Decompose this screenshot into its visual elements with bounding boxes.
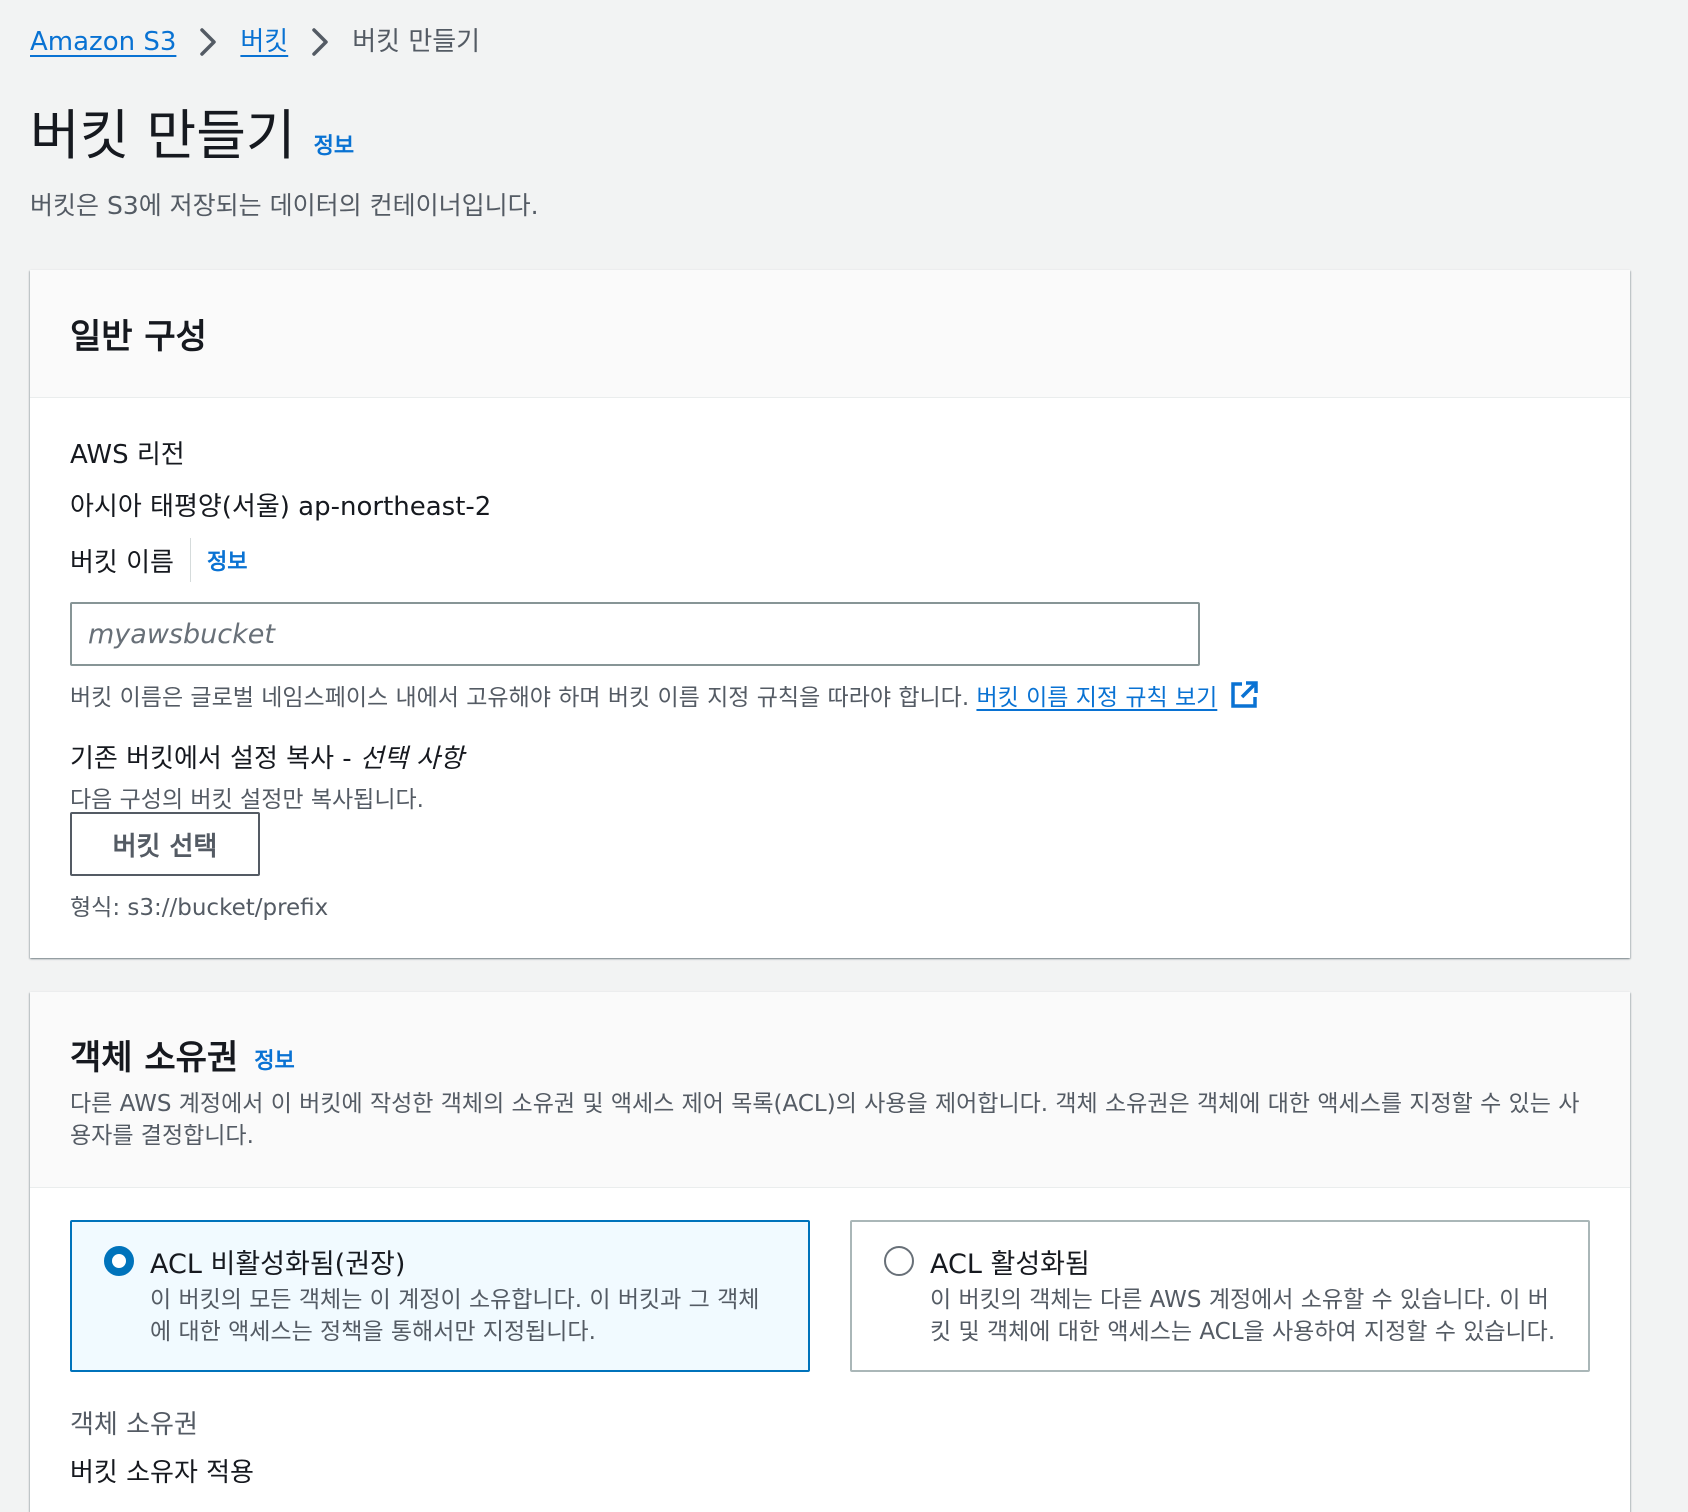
breadcrumb-current: 버킷 만들기 (352, 27, 481, 57)
choose-bucket-button[interactable]: 버킷 선택 (70, 812, 260, 876)
object-ownership-description: 다른 AWS 계정에서 이 버킷에 작성한 객체의 소유권 및 액세스 제어 목… (70, 1091, 1580, 1149)
region-label: AWS 리전 (70, 440, 185, 470)
bucket-name-hint-row: 버킷 이름은 글로벌 네임스페이스 내에서 고유해야 하며 버킷 이름 지정 규… (70, 678, 1259, 716)
object-ownership-title: 객체 소유권 (70, 1038, 239, 1078)
naming-rules-link[interactable]: 버킷 이름 지정 규칙 보기 (976, 685, 1217, 711)
bucket-name-input[interactable] (70, 602, 1200, 666)
general-config-panel: 일반 구성 AWS 리전 아시아 태평양(서울) ap-northeast-2 … (30, 270, 1630, 958)
bucket-name-info-link[interactable]: 정보 (207, 544, 247, 576)
chevron-right-icon (176, 22, 240, 62)
breadcrumb-amazon-s3[interactable]: Amazon S3 (30, 22, 176, 62)
acl-enabled-title: ACL 활성화됨 (930, 1249, 1090, 1280)
object-ownership-info-link[interactable]: 정보 (254, 1043, 294, 1075)
object-ownership-title-row: 객체 소유권 정보 (70, 1030, 295, 1079)
bucket-name-label: 버킷 이름 (70, 547, 174, 578)
copy-settings-label-row: 기존 버킷에서 설정 복사 - 선택 사항 (70, 738, 464, 775)
label-divider (189, 538, 191, 582)
general-config-title: 일반 구성 (70, 317, 207, 357)
object-owner-value: 버킷 소유자 적용 (70, 1458, 254, 1488)
acl-enabled-description: 이 버킷의 객체는 다른 AWS 계정에서 소유할 수 있습니다. 이 버킷 및… (930, 1287, 1556, 1345)
page-info-link[interactable]: 정보 (314, 128, 354, 160)
page-header: 버킷 만들기 정보 (30, 100, 354, 172)
copy-settings-description: 다음 구성의 버킷 설정만 복사됩니다. (70, 787, 424, 813)
format-hint: 형식: s3://bucket/prefix (70, 895, 329, 921)
bucket-name-label-row: 버킷 이름 정보 (70, 538, 247, 582)
page-title: 버킷 만들기 (30, 104, 296, 167)
copy-settings-optional: 선택 사항 (359, 744, 464, 774)
acl-disabled-radio[interactable] (104, 1246, 134, 1276)
naming-rules-link-text[interactable]: 버킷 이름 지정 규칙 보기 (976, 685, 1217, 711)
acl-enabled-option[interactable]: ACL 활성화됨 이 버킷의 객체는 다른 AWS 계정에서 소유할 수 있습니… (850, 1220, 1590, 1372)
acl-enabled-radio[interactable] (884, 1246, 914, 1276)
breadcrumb: Amazon S3 버킷 버킷 만들기 (30, 22, 480, 62)
object-owner-label: 객체 소유권 (70, 1410, 198, 1440)
chevron-right-icon (288, 22, 352, 62)
external-link-icon[interactable] (1229, 680, 1259, 716)
acl-disabled-option[interactable]: ACL 비활성화됨(권장) 이 버킷의 모든 객체는 이 계정이 소유합니다. … (70, 1220, 810, 1372)
acl-disabled-description: 이 버킷의 모든 객체는 이 계정이 소유합니다. 이 버킷과 그 객체에 대한… (150, 1287, 760, 1345)
page-description: 버킷은 S3에 저장되는 데이터의 컨테이너입니다. (30, 191, 539, 220)
breadcrumb-buckets[interactable]: 버킷 (240, 22, 288, 62)
general-config-header: 일반 구성 (30, 270, 1630, 398)
copy-settings-label: 기존 버킷에서 설정 복사 - (70, 744, 360, 774)
object-ownership-header: 객체 소유권 정보 다른 AWS 계정에서 이 버킷에 작성한 객체의 소유권 … (30, 992, 1630, 1188)
object-ownership-panel: 객체 소유권 정보 다른 AWS 계정에서 이 버킷에 작성한 객체의 소유권 … (30, 992, 1630, 1512)
region-value: 아시아 태평양(서울) ap-northeast-2 (70, 492, 492, 522)
acl-disabled-title: ACL 비활성화됨(권장) (150, 1249, 406, 1280)
bucket-name-hint: 버킷 이름은 글로벌 네임스페이스 내에서 고유해야 하며 버킷 이름 지정 규… (70, 685, 970, 711)
